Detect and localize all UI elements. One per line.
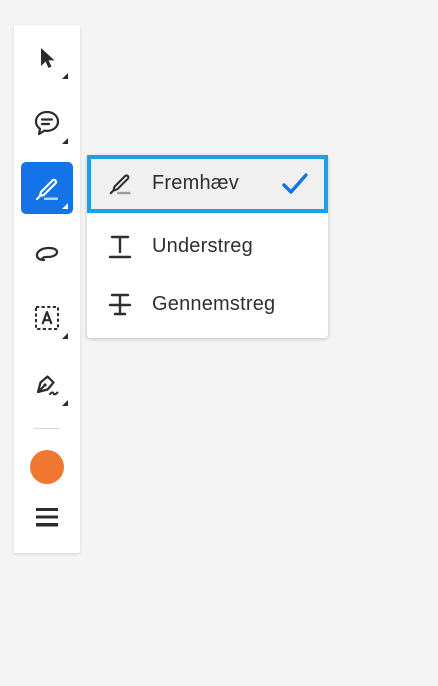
freehand-tool-button[interactable] bbox=[21, 227, 73, 279]
stroke-width-icon bbox=[34, 506, 60, 535]
popup-item-strikethrough[interactable]: Gennemstreg bbox=[87, 276, 328, 332]
highlight-tool-button[interactable] bbox=[21, 162, 73, 214]
pen-sign-icon bbox=[32, 370, 62, 400]
sign-tool-button[interactable] bbox=[21, 359, 73, 411]
toolbar-divider bbox=[34, 428, 60, 429]
dropdown-corner-indicator bbox=[62, 400, 68, 406]
arrow-cursor-icon bbox=[34, 45, 60, 71]
text-box-tool-button[interactable] bbox=[21, 292, 73, 344]
popup-item-label: Understreg bbox=[152, 235, 253, 257]
comment-icon bbox=[32, 108, 62, 138]
popup-item-underline[interactable]: Understreg bbox=[87, 218, 328, 274]
popup-item-label: Fremhæv bbox=[152, 172, 239, 194]
popup-item-highlight[interactable]: Fremhæv bbox=[87, 155, 328, 213]
more-options-button[interactable] bbox=[33, 506, 61, 534]
checkmark-icon bbox=[280, 169, 310, 204]
highlighter-icon bbox=[106, 169, 134, 197]
popup-item-label: Gennemstreg bbox=[152, 293, 276, 315]
text-box-icon bbox=[32, 303, 62, 333]
annotation-toolbar bbox=[14, 25, 80, 553]
color-picker-button[interactable] bbox=[30, 450, 64, 484]
dropdown-corner-indicator bbox=[62, 138, 68, 144]
comment-tool-button[interactable] bbox=[21, 97, 73, 149]
dropdown-corner-indicator bbox=[62, 203, 68, 209]
dropdown-corner-indicator bbox=[62, 73, 68, 79]
underline-icon bbox=[106, 232, 134, 260]
strikethrough-icon bbox=[106, 290, 134, 318]
highlighter-icon bbox=[32, 173, 62, 203]
highlight-options-popup: Fremhæv Understreg Gennemstreg bbox=[87, 155, 328, 338]
lasso-icon bbox=[32, 238, 62, 268]
select-tool-button[interactable] bbox=[21, 32, 73, 84]
dropdown-corner-indicator bbox=[62, 333, 68, 339]
